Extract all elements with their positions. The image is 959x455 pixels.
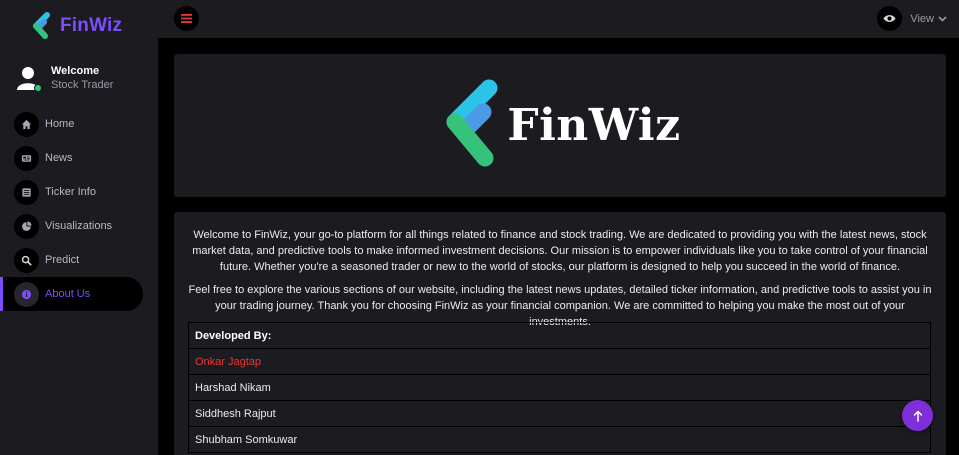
finwiz-logo-icon — [33, 12, 50, 39]
table-row: Shubham Somkuwar — [188, 427, 931, 453]
online-status-dot — [34, 84, 42, 92]
sidebar-item-home[interactable]: Home — [0, 107, 158, 141]
hero-brand-name: FinWiz — [507, 100, 681, 151]
pie-chart-icon — [14, 213, 39, 239]
about-us-panel: Welcome to FinWiz, your go-to platform f… — [174, 212, 946, 455]
sidebar-item-news[interactable]: News — [0, 141, 158, 175]
table-header: Developed By: — [188, 323, 931, 349]
view-dropdown[interactable]: View — [877, 6, 947, 31]
brand[interactable]: FinWiz — [0, 0, 158, 52]
sidebar-item-label: About Us — [45, 288, 91, 300]
sidebar-item-ticker-info[interactable]: Ticker Info — [0, 175, 158, 209]
home-icon — [14, 111, 39, 137]
hero-logo: FinWiz — [439, 78, 680, 174]
brand-name: FinWiz — [60, 15, 123, 36]
search-icon — [14, 247, 39, 273]
hamburger-icon — [181, 14, 192, 23]
arrow-up-icon — [913, 410, 922, 422]
table-row: Siddhesh Rajput — [188, 401, 931, 427]
sidebar-item-label: Predict — [45, 254, 80, 266]
top-bar: View — [158, 0, 959, 38]
sidebar-item-label: Ticker Info — [45, 186, 96, 198]
user-role: Stock Trader — [51, 79, 114, 91]
sidebar-item-label: Home — [45, 118, 75, 130]
about-paragraph-1: Welcome to FinWiz, your go-to platform f… — [192, 229, 928, 273]
sidebar: FinWiz Welcome Stock Trader Home News Ti… — [0, 0, 158, 455]
developers-table: Developed By: Onkar Jagtap Harshad Nikam… — [188, 322, 931, 453]
user-greeting: Welcome — [51, 65, 100, 77]
list-icon — [14, 179, 39, 205]
eye-icon[interactable] — [877, 6, 903, 31]
table-row: Onkar Jagtap — [188, 349, 931, 375]
sidebar-item-predict[interactable]: Predict — [0, 243, 158, 277]
menu-toggle-button[interactable] — [174, 6, 199, 31]
sidebar-item-label: News — [45, 152, 73, 164]
avatar — [16, 65, 42, 92]
sidebar-nav: Home News Ticker Info Visualizations Pre… — [0, 107, 158, 311]
newspaper-icon — [14, 145, 39, 171]
scroll-to-top-button[interactable] — [902, 400, 933, 431]
chevron-down-icon — [938, 15, 947, 22]
sidebar-item-visualizations[interactable]: Visualizations — [0, 209, 158, 243]
sidebar-item-about-us[interactable]: About Us — [0, 277, 143, 311]
view-label: View — [910, 12, 934, 25]
table-row: Harshad Nikam — [188, 375, 931, 401]
sidebar-item-label: Visualizations — [45, 220, 113, 232]
finwiz-logo-icon — [446, 79, 498, 166]
hero-logo-panel: FinWiz — [174, 54, 946, 197]
user-profile: Welcome Stock Trader — [16, 64, 113, 92]
info-icon — [14, 281, 39, 307]
